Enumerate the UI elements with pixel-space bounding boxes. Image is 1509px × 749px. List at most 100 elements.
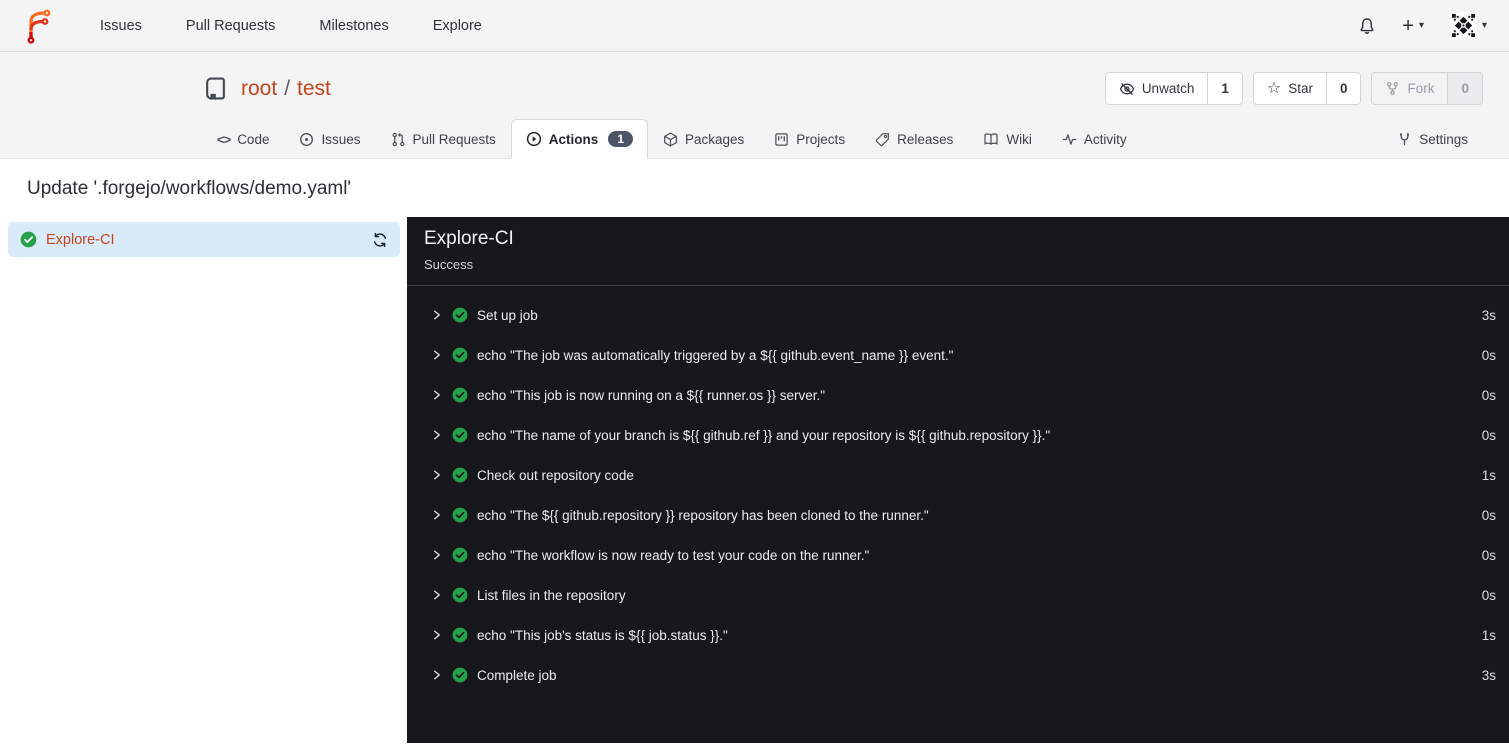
- step-row[interactable]: echo "The workflow is now ready to test …: [407, 535, 1509, 575]
- package-icon: [663, 132, 678, 147]
- tab-issues[interactable]: Issues: [284, 120, 375, 159]
- caret-down-icon: ▾: [1481, 20, 1487, 31]
- step-row[interactable]: List files in the repository 0s: [407, 575, 1509, 615]
- step-name: List files in the repository: [477, 587, 626, 603]
- sync-icon: [374, 232, 386, 247]
- chevron-right-icon[interactable]: [431, 389, 443, 401]
- play-circle-icon: [526, 131, 542, 147]
- pull-request-icon: [391, 132, 406, 147]
- activity-icon: [1062, 132, 1077, 147]
- star-icon: ☆: [1266, 79, 1282, 97]
- steps-list: Set up job 3s echo "The job was automatica…: [407, 286, 1509, 695]
- unwatch-label: Unwatch: [1141, 81, 1195, 96]
- step-name: Check out repository code: [477, 467, 634, 483]
- fork-button-group: Fork 0: [1371, 72, 1483, 105]
- star-label: Star: [1288, 81, 1313, 96]
- chevron-right-icon[interactable]: [431, 509, 443, 521]
- tab-releases-label: Releases: [897, 132, 954, 147]
- step-row[interactable]: echo "The job was automatically triggere…: [407, 335, 1509, 375]
- step-name: echo "The job was automatically triggere…: [477, 347, 954, 363]
- job-log-title: Explore-CI: [424, 228, 514, 249]
- tab-pull-requests[interactable]: Pull Requests: [376, 120, 511, 159]
- job-item-explore-ci[interactable]: Explore-CI: [8, 222, 400, 257]
- check-circle-icon: [20, 231, 37, 248]
- chevron-right-icon[interactable]: [431, 589, 443, 601]
- step-name: echo "The name of your branch is ${{ git…: [477, 427, 1051, 443]
- fork-icon: [1387, 82, 1399, 95]
- chevron-right-icon[interactable]: [431, 629, 443, 641]
- notifications-button[interactable]: [1358, 17, 1376, 35]
- star-button[interactable]: ☆ Star: [1254, 73, 1326, 104]
- forgejo-logo[interactable]: [22, 8, 56, 44]
- check-circle-icon: [452, 667, 468, 683]
- star-button-group: ☆ Star 0: [1252, 72, 1362, 105]
- job-status-text: Success: [424, 257, 474, 272]
- tab-pull-requests-label: Pull Requests: [412, 132, 496, 147]
- nav-explore[interactable]: Explore: [415, 8, 500, 44]
- tab-wiki[interactable]: Wiki: [968, 120, 1047, 159]
- job-log-panel: Explore-CI Success Set up job 3s echo "The…: [407, 217, 1509, 743]
- jobs-sidebar: Explore-CI: [0, 217, 407, 743]
- step-row[interactable]: echo "This job is now running on a ${{ r…: [407, 375, 1509, 415]
- step-duration: 0s: [1481, 347, 1496, 363]
- user-menu[interactable]: ▾: [1449, 12, 1487, 39]
- step-duration: 1s: [1481, 627, 1496, 643]
- step-row[interactable]: Complete job 3s: [407, 655, 1509, 695]
- fork-button[interactable]: Fork: [1372, 73, 1447, 104]
- issue-icon: [299, 132, 314, 147]
- rerun-job-button[interactable]: [372, 232, 388, 248]
- step-row[interactable]: Set up job 3s: [407, 295, 1509, 335]
- repo-actions: Unwatch 1 ☆ Star 0 Fork 0: [1104, 72, 1483, 105]
- step-duration: 0s: [1481, 387, 1496, 403]
- fork-label: Fork: [1407, 81, 1435, 96]
- chevron-right-icon[interactable]: [431, 469, 443, 481]
- bell-icon: [1360, 17, 1374, 34]
- step-name: echo "This job is now running on a ${{ r…: [477, 387, 826, 403]
- stars-count[interactable]: 0: [1325, 73, 1361, 104]
- tab-settings[interactable]: Settings: [1382, 120, 1483, 159]
- step-name: echo "The ${{ github.repository }} repos…: [477, 507, 929, 523]
- nav-milestones[interactable]: Milestones: [301, 8, 406, 44]
- step-duration: 0s: [1481, 427, 1496, 443]
- tab-releases[interactable]: Releases: [860, 120, 968, 159]
- chevron-right-icon[interactable]: [431, 309, 443, 321]
- tab-projects-label: Projects: [796, 132, 846, 147]
- chevron-right-icon[interactable]: [431, 429, 443, 441]
- chevron-right-icon[interactable]: [431, 669, 443, 681]
- step-row[interactable]: echo "This job's status is ${{ job.statu…: [407, 615, 1509, 655]
- repo-book-icon: [202, 75, 229, 102]
- repo-breadcrumb: root / test: [241, 77, 331, 101]
- unwatch-button[interactable]: Unwatch: [1106, 73, 1208, 104]
- nav-issues[interactable]: Issues: [82, 8, 160, 44]
- watchers-count[interactable]: 1: [1207, 73, 1242, 104]
- tab-activity[interactable]: Activity: [1047, 120, 1142, 159]
- check-circle-icon: [452, 467, 468, 483]
- chevron-right-icon[interactable]: [431, 549, 443, 561]
- nav-pull-requests[interactable]: Pull Requests: [168, 8, 293, 44]
- navbar-right: + ▾ ▾: [1358, 12, 1487, 39]
- tab-actions[interactable]: Actions 1: [510, 119, 648, 159]
- code-icon: <>: [217, 132, 231, 147]
- check-circle-icon: [452, 627, 468, 643]
- repo-separator: /: [284, 76, 291, 100]
- chevron-right-icon[interactable]: [431, 349, 443, 361]
- tab-projects[interactable]: Projects: [759, 120, 860, 159]
- job-name: Explore-CI: [46, 231, 115, 248]
- step-row[interactable]: Check out repository code 1s: [407, 455, 1509, 495]
- tag-icon: [875, 132, 890, 147]
- check-circle-icon: [452, 387, 468, 403]
- run-title: Update '.forgejo/workflows/demo.yaml': [0, 159, 1509, 217]
- repo-name-link[interactable]: test: [297, 77, 331, 101]
- step-duration: 1s: [1481, 467, 1496, 483]
- project-icon: [774, 132, 789, 147]
- tab-packages[interactable]: Packages: [648, 120, 759, 159]
- create-new-button[interactable]: + ▾: [1402, 16, 1424, 36]
- repo-owner-link[interactable]: root: [241, 77, 277, 101]
- step-row[interactable]: echo "The name of your branch is ${{ git…: [407, 415, 1509, 455]
- tab-activity-label: Activity: [1083, 132, 1127, 147]
- step-row[interactable]: echo "The ${{ github.repository }} repos…: [407, 495, 1509, 535]
- unwatch-button-group: Unwatch 1: [1104, 72, 1243, 105]
- tab-code[interactable]: <> Code: [202, 120, 284, 159]
- check-circle-icon: [452, 587, 468, 603]
- wiki-icon: [983, 132, 999, 147]
